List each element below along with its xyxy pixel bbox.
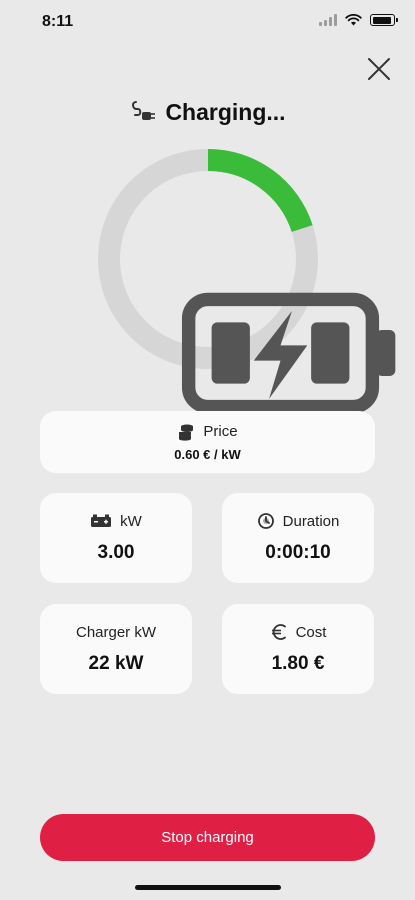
- kw-card: kW 3.00: [40, 493, 192, 583]
- title-row: Charging...: [0, 98, 415, 126]
- duration-value: 0:00:10: [265, 542, 331, 563]
- price-label: Price: [203, 423, 238, 440]
- page-title: Charging...: [165, 98, 286, 125]
- signal-icon: [319, 14, 337, 26]
- cost-label-row: Cost: [270, 623, 327, 641]
- duration-label-row: Duration: [257, 512, 340, 530]
- cost-label: Cost: [295, 623, 327, 641]
- cost-card: Cost 1.80 €: [222, 604, 374, 694]
- price-card: Price 0.60 € / kW: [40, 411, 375, 473]
- close-icon[interactable]: [366, 56, 392, 82]
- duration-label: Duration: [282, 512, 340, 530]
- kw-label-row: kW: [90, 513, 142, 530]
- status-icons: [319, 14, 398, 26]
- battery-status-icon: [370, 14, 398, 26]
- charging-progress-ring: [97, 148, 396, 414]
- car-battery-icon: [91, 514, 112, 527]
- status-time: 8:11: [42, 13, 74, 30]
- cost-value: 1.80 €: [271, 653, 325, 674]
- stop-charging-button[interactable]: Stop charging: [40, 814, 375, 861]
- price-label-row: Price: [177, 423, 238, 441]
- home-indicator: [135, 885, 281, 890]
- charging-screen: 8:11 Charging... Price 0.60 € / kW kW 3.…: [0, 0, 415, 900]
- coins-icon: [179, 424, 194, 441]
- plug-icon: [132, 101, 156, 120]
- wifi-icon: [345, 14, 362, 26]
- kw-label: kW: [120, 512, 142, 530]
- status-bar: 8:11: [0, 0, 415, 44]
- charger-kw-card: Charger kW 22 kW: [40, 604, 192, 694]
- charger-kw-value: 22 kW: [88, 652, 144, 674]
- charger-kw-label-row: Charger kW: [76, 624, 156, 641]
- charger-kw-label: Charger kW: [75, 623, 157, 641]
- euro-icon: [271, 624, 286, 640]
- clock-icon: [257, 513, 274, 529]
- price-value: 0.60 € / kW: [174, 446, 241, 462]
- kw-value: 3.00: [97, 541, 135, 563]
- duration-card: Duration 0:00:10: [222, 493, 374, 583]
